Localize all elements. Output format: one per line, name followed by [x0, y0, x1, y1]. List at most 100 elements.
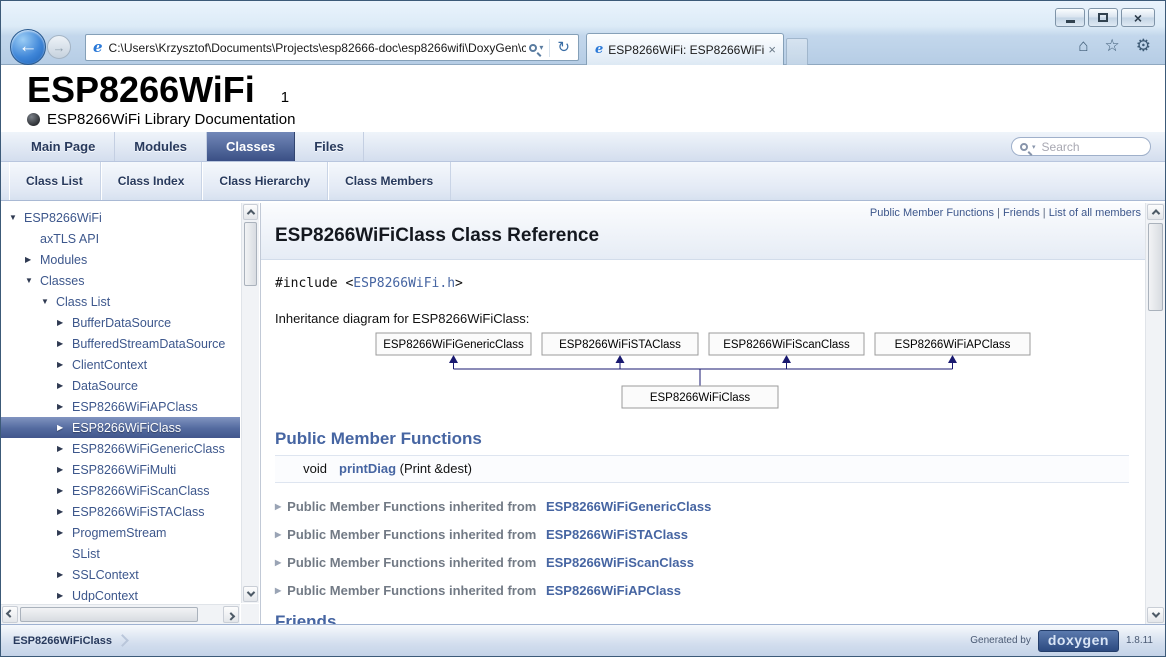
sidebar-horizontal-scrollbar[interactable] — [1, 604, 240, 624]
class-link-esp8266wifiapclass[interactable]: ESP8266WiFiAPClass — [546, 583, 681, 598]
expand-arrow-icon[interactable] — [57, 423, 72, 432]
forward-button[interactable]: → — [47, 35, 71, 59]
content-scroll-down-button[interactable] — [1147, 607, 1164, 623]
expand-arrow-icon[interactable] — [57, 570, 72, 579]
sidebar-vscroll-thumb[interactable] — [244, 222, 257, 286]
tree-item-classes[interactable]: Classes — [1, 270, 240, 291]
tree-item-axtls-api[interactable]: axTLS API — [1, 228, 240, 249]
browser-window: × ← → e C:\Users\Krzysztof\Documents\Pro… — [0, 0, 1166, 657]
diagram-box-scan-class[interactable]: ESP8266WiFiScanClass — [723, 339, 850, 351]
tree-item-class-list[interactable]: Class List — [1, 291, 240, 312]
tree-item-bufferedstreamdatasource[interactable]: BufferedStreamDataSource — [1, 333, 240, 354]
breadcrumb-item[interactable]: ESP8266WiFiClass — [13, 635, 112, 647]
content-vertical-scrollbar[interactable] — [1145, 203, 1165, 624]
inheritance-caption: Inheritance diagram for ESP8266WiFiClass… — [275, 311, 1129, 326]
refresh-button[interactable]: ↻ — [557, 40, 570, 55]
tree-item-esp8266wifistaclass[interactable]: ESP8266WiFiSTAClass — [1, 501, 240, 522]
summary-link-friends[interactable]: Friends — [1003, 207, 1040, 219]
summary-link-list-of-all-members[interactable]: List of all members — [1049, 207, 1141, 219]
expand-arrow-icon[interactable] — [57, 528, 72, 537]
diagram-box-wifi-class[interactable]: ESP8266WiFiClass — [650, 392, 751, 404]
inherit-header-text: Public Member Functions inherited from — [287, 527, 540, 542]
address-bar[interactable]: e C:\Users\Krzysztof\Documents\Projects\… — [85, 34, 579, 61]
doxygen-logo[interactable]: doxygen — [1038, 630, 1119, 652]
sidebar-vertical-scrollbar[interactable] — [241, 203, 259, 603]
tree-item-progmemstream[interactable]: ProgmemStream — [1, 522, 240, 543]
expand-arrow-icon[interactable] — [57, 507, 72, 516]
tab-close-button[interactable]: × — [768, 43, 776, 56]
tab-class-index[interactable]: Class Index — [101, 162, 203, 200]
summary-link-public-member-functions[interactable]: Public Member Functions — [870, 207, 994, 219]
diagram-box-generic-class[interactable]: ESP8266WiFiGenericClass — [383, 339, 524, 351]
scroll-right-button[interactable] — [223, 606, 239, 623]
search-input[interactable] — [1040, 139, 1142, 155]
collapse-arrow-icon[interactable] — [41, 297, 56, 306]
expand-arrow-icon[interactable] — [57, 402, 72, 411]
tree-item-esp8266wificlass[interactable]: ESP8266WiFiClass — [1, 417, 240, 438]
include-file-link[interactable]: ESP8266WiFi.h — [353, 276, 455, 291]
scroll-down-button[interactable] — [243, 586, 258, 602]
sidebar-hscroll-thumb[interactable] — [20, 607, 198, 622]
member-link-printdiag[interactable]: printDiag — [339, 461, 396, 476]
expand-arrow-icon[interactable] — [57, 318, 72, 327]
search-box[interactable]: ▾ — [1011, 137, 1151, 156]
tree-item-esp8266wifigenericclass[interactable]: ESP8266WiFiGenericClass — [1, 438, 240, 459]
tree-item-modules[interactable]: Modules — [1, 249, 240, 270]
new-tab-button[interactable] — [786, 38, 808, 65]
tab-class-members[interactable]: Class Members — [328, 162, 451, 200]
inherit-header-esp8266wifigenericclass[interactable]: Public Member Functions inherited from E… — [275, 497, 1129, 515]
tree-item-udpcontext[interactable]: UdpContext — [1, 585, 240, 602]
tab-classes[interactable]: Classes — [207, 132, 295, 161]
scroll-left-button[interactable] — [2, 606, 18, 623]
expand-arrow-icon[interactable] — [57, 381, 72, 390]
maximize-button[interactable] — [1088, 8, 1118, 27]
tree-item-esp8266wifiapclass[interactable]: ESP8266WiFiAPClass — [1, 396, 240, 417]
expand-arrow-icon[interactable] — [57, 339, 72, 348]
tree-item-slist[interactable]: SList — [1, 543, 240, 564]
tree-item-clientcontext[interactable]: ClientContext — [1, 354, 240, 375]
class-link-esp8266wifigenericclass[interactable]: ESP8266WiFiGenericClass — [546, 499, 711, 514]
expand-arrow-icon[interactable] — [57, 360, 72, 369]
tree-item-label: ESP8266WiFiClass — [72, 421, 181, 435]
url-text[interactable]: C:\Users\Krzysztof\Documents\Projects\es… — [109, 41, 527, 55]
back-button[interactable]: ← — [10, 29, 46, 65]
collapse-arrow-icon[interactable] — [9, 213, 24, 222]
tab-main-page[interactable]: Main Page — [12, 132, 115, 161]
tab-class-list[interactable]: Class List — [9, 162, 101, 200]
minimize-button[interactable] — [1055, 8, 1085, 27]
breadcrumb[interactable]: ESP8266WiFiClass — [13, 635, 127, 647]
content-vscroll-thumb[interactable] — [1148, 223, 1163, 311]
home-button[interactable]: ⌂ — [1078, 37, 1088, 54]
content-scroll-up-button[interactable] — [1147, 204, 1164, 220]
class-link-esp8266wifiscanclass[interactable]: ESP8266WiFiScanClass — [546, 555, 694, 570]
tab-class-hierarchy[interactable]: Class Hierarchy — [202, 162, 328, 200]
browser-tab[interactable]: e ESP8266WiFi: ESP8266WiFi... × — [586, 33, 784, 65]
tree-item-esp8266wifiscanclass[interactable]: ESP8266WiFiScanClass — [1, 480, 240, 501]
inherit-header-esp8266wifiapclass[interactable]: Public Member Functions inherited from E… — [275, 581, 1129, 599]
inherit-header-esp8266wifistaclass[interactable]: Public Member Functions inherited from E… — [275, 525, 1129, 543]
tree-item-esp8266wifi[interactable]: ESP8266WiFi — [1, 207, 240, 228]
expand-arrow-icon[interactable] — [57, 591, 72, 600]
class-link-esp8266wifistaclass[interactable]: ESP8266WiFiSTAClass — [546, 527, 688, 542]
diagram-box-sta-class[interactable]: ESP8266WiFiSTAClass — [559, 339, 681, 351]
expand-arrow-icon[interactable] — [57, 486, 72, 495]
tree-item-bufferdatasource[interactable]: BufferDataSource — [1, 312, 240, 333]
scroll-up-button[interactable] — [243, 204, 258, 220]
tab-modules[interactable]: Modules — [115, 132, 207, 161]
favorites-button[interactable]: ☆ — [1105, 37, 1120, 54]
expand-arrow-icon[interactable] — [57, 444, 72, 453]
expand-arrow-icon[interactable] — [57, 465, 72, 474]
expand-arrow-icon[interactable] — [25, 255, 40, 264]
inherit-header-esp8266wifiscanclass[interactable]: Public Member Functions inherited from E… — [275, 553, 1129, 571]
close-window-button[interactable]: × — [1121, 8, 1155, 27]
main-tab-row: Main PageModulesClassesFiles ▾ — [1, 132, 1165, 162]
collapse-arrow-icon[interactable] — [25, 276, 40, 285]
tree-item-datasource[interactable]: DataSource — [1, 375, 240, 396]
tree-item-sslcontext[interactable]: SSLContext — [1, 564, 240, 585]
search-icon — [1020, 143, 1028, 151]
diagram-box-ap-class[interactable]: ESP8266WiFiAPClass — [895, 339, 1011, 351]
address-search-button[interactable]: ▾ — [526, 43, 546, 52]
tree-item-esp8266wifimulti[interactable]: ESP8266WiFiMulti — [1, 459, 240, 480]
tools-button[interactable]: ⚙ — [1136, 37, 1151, 54]
tab-files[interactable]: Files — [295, 132, 364, 161]
